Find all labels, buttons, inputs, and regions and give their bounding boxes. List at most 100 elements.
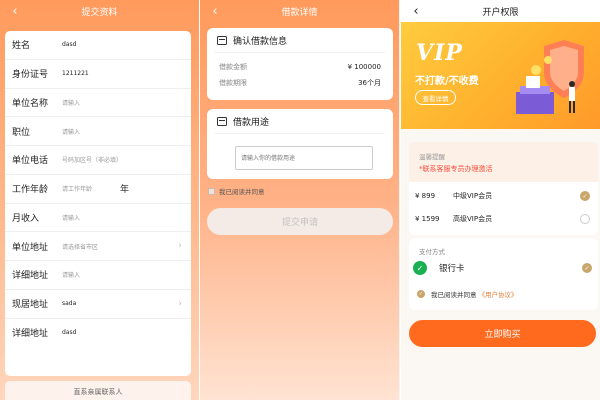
vip-subtitle: 不打款/不收费 bbox=[415, 76, 479, 87]
option-price: ¥ 1599 bbox=[415, 215, 440, 223]
vip-illustration bbox=[516, 40, 584, 114]
vip-banner: VIP 不打款/不收费 查看详情 bbox=[401, 22, 600, 129]
tip-text: *联系客服专员办理激活 bbox=[419, 165, 493, 173]
loan-amount-value: ¥ 100000 bbox=[347, 63, 381, 71]
field-label: 详细地址 bbox=[12, 271, 49, 282]
chevron-right-icon: › bbox=[178, 241, 182, 252]
agreement-row[interactable]: ✓ 我已阅读并同意 《用户协议》 bbox=[417, 289, 518, 299]
work-years-input[interactable]: 请工作年龄 bbox=[62, 184, 92, 193]
page-title: 提交资料 bbox=[81, 7, 118, 18]
document-icon bbox=[217, 116, 227, 126]
field-label: 单位地址 bbox=[12, 242, 49, 253]
income-input[interactable]: 请输入 bbox=[62, 213, 80, 222]
company-input[interactable]: 请输入 bbox=[62, 98, 80, 107]
option-name: 高级VIP会员 bbox=[453, 215, 493, 223]
submit-application-button[interactable]: 提交申请 bbox=[207, 208, 393, 235]
back-arrow-icon[interactable]: ‹ bbox=[408, 3, 424, 19]
field-label: 单位电话 bbox=[12, 156, 49, 167]
field-label: 单位名称 bbox=[12, 98, 49, 109]
loan-purpose-input[interactable] bbox=[235, 146, 373, 170]
loan-purpose-card: 借款用途 bbox=[207, 109, 393, 179]
vip-option-senior[interactable]: ¥ 1599 高级VIP会员 bbox=[409, 209, 598, 229]
agreement-text: 我已阅读并同意 bbox=[431, 291, 477, 299]
current-detail-input[interactable]: dasd bbox=[62, 329, 76, 336]
membership-card: 温馨提醒 *联系客服专员办理激活 ¥ 899 中级VIP会员 ✓ ¥ 1599 … bbox=[409, 142, 598, 235]
loan-amount-label: 借款金额 bbox=[219, 63, 247, 71]
form-row-income[interactable]: 月收入 请输入 bbox=[5, 204, 191, 233]
option-price: ¥ 899 bbox=[415, 192, 436, 200]
field-label: 职位 bbox=[12, 127, 31, 138]
page-title: 开户权限 bbox=[482, 7, 519, 18]
divider-line bbox=[215, 52, 385, 53]
agreement-text: 我已阅读并同意 bbox=[219, 188, 265, 196]
field-label: 现居地址 bbox=[12, 300, 49, 311]
relatives-contact-section[interactable]: 直系亲属联系人 bbox=[5, 381, 191, 400]
field-label: 身份证号 bbox=[12, 70, 49, 81]
form-row-company[interactable]: 单位名称 请输入 bbox=[5, 89, 191, 118]
form-row-work-years[interactable]: 工作年龄 请工作年龄 年 bbox=[5, 175, 191, 204]
loan-term-row: 借款期限 36个月 bbox=[207, 75, 393, 91]
page-title: 借款详情 bbox=[281, 7, 318, 18]
vip-option-middle[interactable]: ¥ 899 中级VIP会员 ✓ bbox=[409, 186, 598, 206]
loan-amount-row: 借款金额 ¥ 100000 bbox=[207, 59, 393, 75]
form-row-current-address[interactable]: 现居地址 sada › bbox=[5, 290, 191, 319]
screens-container: ‹ 提交资料 姓名 dasd 身份证号 1211221 单位名称 请输入 职位 … bbox=[0, 0, 600, 400]
detail-address-input[interactable]: 请输入 bbox=[62, 270, 80, 279]
id-number-input[interactable]: 1211221 bbox=[62, 70, 89, 77]
check-icon[interactable]: ✓ bbox=[582, 263, 592, 273]
form-row-position[interactable]: 职位 请输入 bbox=[5, 117, 191, 146]
tip-title: 温馨提醒 bbox=[419, 153, 445, 161]
back-arrow-icon[interactable]: ‹ bbox=[7, 3, 23, 19]
company-address-select[interactable]: 请选择省市区 bbox=[62, 242, 98, 251]
divider-line bbox=[215, 133, 385, 134]
payment-check-icon: ✓ bbox=[413, 261, 427, 275]
loan-term-value: 36个月 bbox=[358, 79, 381, 87]
payment-method-label: 银行卡 bbox=[439, 264, 465, 274]
current-address-select[interactable]: sada bbox=[62, 300, 76, 307]
account-permission-screen: ‹ 开户权限 VIP 不打款/不收费 查看详情 温馨提醒 *联系客服专员办理激活… bbox=[401, 0, 600, 400]
field-label: 月收入 bbox=[12, 213, 40, 224]
form-row-id-number[interactable]: 身份证号 1211221 bbox=[5, 60, 191, 89]
info-form: 姓名 dasd 身份证号 1211221 单位名称 请输入 职位 请输入 单位电… bbox=[5, 31, 191, 376]
option-name: 中级VIP会员 bbox=[453, 192, 493, 200]
payment-title: 支付方式 bbox=[419, 248, 445, 256]
form-row-current-detail[interactable]: 详细地址 dasd bbox=[5, 319, 191, 348]
agreement-row[interactable]: 我已阅读并同意 bbox=[208, 186, 267, 196]
confirm-loan-card: 确认借款信息 借款金额 ¥ 100000 借款期限 36个月 bbox=[207, 28, 393, 100]
payment-method-row[interactable]: ✓ 银行卡 ✓ bbox=[413, 258, 598, 278]
card-title: 借款用途 bbox=[233, 117, 270, 128]
form-row-company-address[interactable]: 单位地址 请选择省市区 › bbox=[5, 232, 191, 261]
navbar: ‹ 提交资料 bbox=[0, 0, 199, 22]
view-details-button[interactable]: 查看详情 bbox=[415, 90, 456, 105]
tip-box: 温馨提醒 *联系客服专员办理激活 bbox=[409, 142, 598, 182]
submit-info-screen: ‹ 提交资料 姓名 dasd 身份证号 1211221 单位名称 请输入 职位 … bbox=[0, 0, 199, 400]
form-row-company-phone[interactable]: 单位电话 号码加区号（非必填） bbox=[5, 146, 191, 175]
agreement-check-icon[interactable]: ✓ bbox=[417, 290, 425, 298]
position-input[interactable]: 请输入 bbox=[62, 127, 80, 136]
company-phone-input[interactable]: 号码加区号（非必填） bbox=[62, 155, 122, 164]
user-agreement-link[interactable]: 《用户协议》 bbox=[479, 289, 518, 299]
chevron-right-icon: › bbox=[178, 298, 182, 309]
payment-card: 支付方式 ✓ 银行卡 ✓ ✓ 我已阅读并同意 《用户协议》 bbox=[409, 238, 598, 310]
field-label: 详细地址 bbox=[12, 329, 49, 340]
vip-title: VIP bbox=[416, 40, 463, 66]
check-icon[interactable]: ✓ bbox=[580, 191, 590, 201]
name-input[interactable]: dasd bbox=[62, 41, 76, 48]
card-title: 确认借款信息 bbox=[233, 36, 288, 47]
buy-now-button[interactable]: 立即购买 bbox=[409, 320, 596, 347]
card-header: 确认借款信息 bbox=[207, 28, 393, 52]
field-label: 工作年龄 bbox=[12, 185, 49, 196]
form-row-name[interactable]: 姓名 dasd bbox=[5, 31, 191, 60]
loan-term-label: 借款期限 bbox=[219, 79, 247, 87]
radio-icon[interactable] bbox=[580, 214, 590, 224]
years-unit: 年 bbox=[120, 185, 130, 196]
card-header: 借款用途 bbox=[207, 109, 393, 133]
agreement-checkbox[interactable] bbox=[208, 187, 215, 195]
loan-detail-screen: ‹ 借款详情 确认借款信息 借款金额 ¥ 100000 借款期限 36个月 借款… bbox=[200, 0, 399, 400]
navbar: ‹ 开户权限 bbox=[401, 0, 600, 22]
form-row-detail-address[interactable]: 详细地址 请输入 bbox=[5, 261, 191, 290]
field-label: 姓名 bbox=[12, 41, 31, 52]
navbar: ‹ 借款详情 bbox=[200, 0, 399, 22]
back-arrow-icon[interactable]: ‹ bbox=[207, 3, 223, 19]
wallet-icon bbox=[217, 35, 227, 45]
